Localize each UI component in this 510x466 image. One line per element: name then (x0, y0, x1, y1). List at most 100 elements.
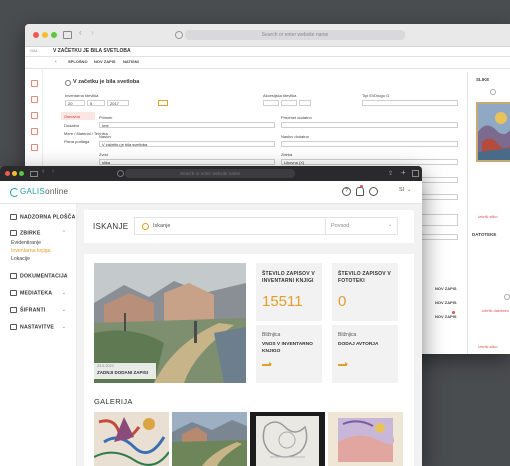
address-bar[interactable]: Search or enter website name (125, 169, 295, 178)
shortcut-title: DODAJ AVTORJA (338, 342, 379, 347)
sidebar-subitem-registration[interactable]: Evidentiranje (11, 240, 41, 246)
share-icon[interactable]: ⇪ (388, 170, 393, 177)
close-window-icon[interactable] (5, 171, 10, 176)
rail-icon[interactable] (31, 80, 38, 87)
inventory-label: Inventarna številka (65, 93, 99, 98)
artwork-thumbnail[interactable] (476, 102, 510, 162)
inventory-part-2[interactable]: 5 (87, 100, 105, 106)
documentation-icon (10, 273, 17, 279)
help-icon[interactable]: ? (342, 187, 351, 196)
new-record-button[interactable]: NOV ZAPIS (435, 300, 457, 305)
field-input[interactable] (281, 122, 458, 128)
sidebar-item-documentation[interactable]: DOKUMENTACIJA (10, 273, 68, 279)
close-window-icon[interactable] (33, 32, 39, 38)
record-info-icon (65, 80, 71, 86)
arrow-right-icon (262, 362, 272, 366)
acquisition-part-2[interactable] (281, 100, 297, 106)
type-field[interactable] (362, 100, 458, 106)
refresh-icon[interactable] (490, 89, 496, 95)
language-selector[interactable]: SI (399, 187, 404, 193)
sidebar-item-media-library[interactable]: MEDIATEKA (10, 290, 52, 296)
sidebar-item-dashboard[interactable]: NADZORNA PLOŠČA (10, 214, 76, 220)
notifications-icon[interactable] (356, 187, 364, 196)
user-avatar-icon[interactable] (369, 187, 378, 196)
field-input[interactable]: V začetku je bila svetloba (99, 141, 275, 147)
chevron-down-icon[interactable]: ⌄ (407, 187, 411, 193)
foreground-browser-window: ‹ › Search or enter website name ⇪ + GAL… (0, 166, 422, 466)
sidebar-toggle-icon[interactable] (63, 31, 72, 39)
field-label: Zvrst (99, 152, 108, 157)
address-bar[interactable]: Search or enter website name (185, 30, 405, 40)
tab-new-record[interactable]: NOV ZAPIS (94, 59, 116, 64)
search-divider (325, 218, 326, 234)
rail-icon[interactable] (31, 112, 38, 119)
refresh-icon[interactable] (504, 294, 510, 300)
type-label: Tipi Ei/Drugo G. (362, 93, 391, 98)
gallery-item[interactable] (94, 412, 169, 466)
stat-card-inventory[interactable]: ŠTEVILO ZAPISOV V INVENTARNI KNJIGI 1551… (256, 263, 322, 321)
sidebar-toggle-icon[interactable] (30, 171, 38, 177)
back-arrow-icon[interactable]: ‹ (42, 168, 44, 175)
new-record-button[interactable]: NOV ZAPIS (435, 286, 457, 291)
maximize-window-icon[interactable] (19, 171, 24, 176)
rail-icon[interactable] (31, 128, 38, 135)
back-icon[interactable]: ‹ (55, 59, 57, 65)
chevron-down-icon[interactable]: ⌄ (62, 290, 66, 296)
shortcut-title: VNOS V INVENTARNO KNJIGO (262, 342, 313, 354)
field-input[interactable]: Ime (99, 122, 275, 128)
sidebar-item-collections[interactable]: ZBIRKE (10, 230, 41, 236)
inventory-part-3[interactable]: 2017 (107, 100, 129, 106)
gallery-item[interactable] (250, 412, 325, 466)
chevron-down-icon[interactable]: ⌄ (62, 324, 66, 330)
field-label: Naslov dodatno (281, 134, 309, 139)
chevron-down-icon[interactable]: ⌄ (62, 273, 66, 279)
maximize-window-icon[interactable] (51, 32, 57, 38)
inventory-part-1[interactable]: 20 (65, 100, 85, 106)
forward-arrow-icon[interactable]: › (52, 168, 54, 175)
sidebar-subitem-inventory-book[interactable]: Inventarna knjiga (11, 248, 51, 254)
acquisition-part-1[interactable] (263, 100, 279, 106)
delete-file-link[interactable]: Izbriši datoteko (482, 308, 509, 313)
sidebar-subitem-locations[interactable]: Lokacije (11, 256, 30, 262)
brand-suffix: online (45, 187, 69, 196)
edit-inventory-button[interactable] (158, 100, 168, 106)
tabs-overview-icon[interactable] (412, 170, 419, 177)
forward-arrow-icon[interactable]: › (91, 28, 94, 37)
subtab-written-base[interactable]: Pisna podlaga (64, 139, 89, 144)
sidebar-item-settings[interactable]: NASTAVITVE (10, 324, 54, 330)
sidebar-item-codebooks[interactable]: ŠIFRANTI (10, 307, 46, 313)
new-tab-icon[interactable]: + (401, 168, 406, 177)
record-header: GAL V ZAČETKU JE BILA SVETLOBA (25, 46, 510, 57)
gallery-item[interactable] (172, 412, 247, 466)
search-card: ISKANJE Iskanje Povsod ⌄ (84, 210, 414, 243)
subtab-basic[interactable]: Osnovno (61, 112, 95, 120)
delete-image-link[interactable]: Izbriši sliko (478, 214, 498, 219)
delete-image-link[interactable]: Izbriši sliko (478, 344, 498, 349)
brand-logo[interactable]: GALISonline (20, 187, 68, 196)
chevron-down-icon[interactable]: ⌄ (62, 307, 66, 313)
field-input[interactable]: Likovna (X) (281, 159, 458, 165)
stat-card-photo-library[interactable]: ŠTEVILO ZAPISOV V FOTOTEKI 0 (332, 263, 398, 321)
tab-general[interactable]: SPLOŠNO (68, 59, 88, 64)
featured-artwork-image[interactable]: 23.5.2022 ZADNJI DODANI ZAPISI (94, 263, 246, 383)
rail-icon[interactable] (31, 144, 38, 151)
new-record-button[interactable]: NOV ZAPIS (435, 314, 457, 319)
search-input[interactable]: Iskanje (153, 223, 170, 229)
search-scope-select[interactable]: Povsod (331, 223, 349, 229)
field-input[interactable] (281, 141, 458, 147)
minimize-window-icon[interactable] (42, 32, 48, 38)
field-input[interactable]: slika (99, 159, 275, 165)
chevron-up-icon[interactable]: ⌃ (62, 230, 66, 236)
chevron-down-icon[interactable]: ⌄ (388, 222, 392, 228)
shortcut-inventory-entry[interactable]: Bližnjica VNOS V INVENTARNO KNJIGO (256, 325, 322, 383)
acquisition-part-3[interactable] (299, 100, 311, 106)
shortcut-add-author[interactable]: Bližnjica DODAJ AVTORJA (332, 325, 398, 383)
shortcut-prefix: Bližnjica (338, 332, 357, 338)
back-arrow-icon[interactable]: ‹ (79, 28, 82, 37)
rail-icon[interactable] (31, 96, 38, 103)
gallery-title: GALERIJA (94, 397, 133, 406)
gallery-item[interactable] (328, 412, 403, 466)
tab-print[interactable]: NATISNI (123, 59, 139, 64)
minimize-window-icon[interactable] (12, 171, 17, 176)
subtab-additional[interactable]: Dodatno (64, 123, 79, 128)
